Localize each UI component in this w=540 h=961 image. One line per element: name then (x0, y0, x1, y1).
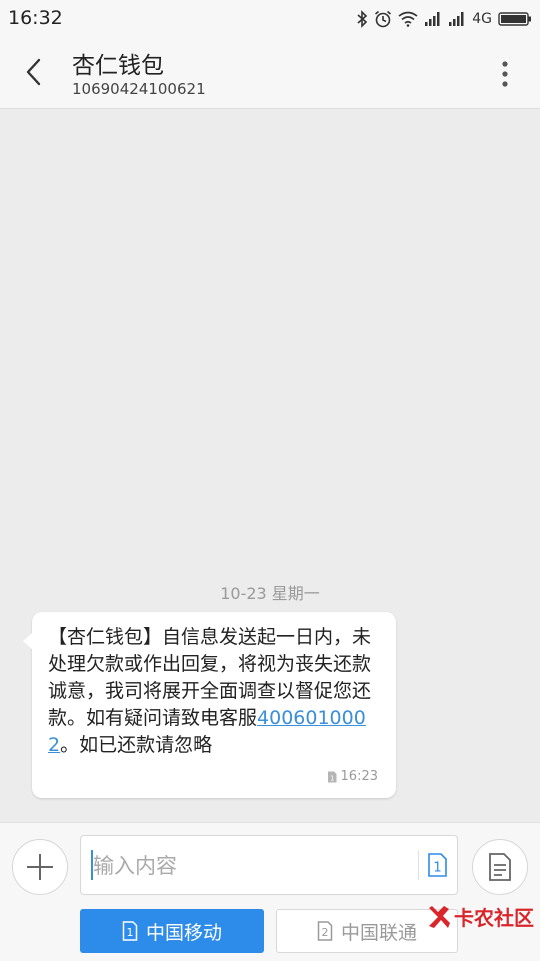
contact-name: 杏仁钱包 (72, 53, 164, 79)
back-button[interactable] (14, 52, 54, 92)
document-icon (489, 853, 511, 881)
status-time: 16:32 (8, 7, 63, 29)
message-time: 16:23 (340, 769, 378, 784)
more-vertical-icon (502, 61, 508, 87)
sim-mini-label: 1 (433, 861, 441, 876)
sim-card-icon: 1 (327, 771, 337, 782)
status-icons: 4G (356, 8, 532, 30)
sim-card-icon: 1 (122, 921, 138, 941)
signal-icon (449, 12, 464, 26)
message-bubble[interactable]: 【杏仁钱包】自信息发送起一日内，未处理欠款或作出回复，将视为丧失还款诚意，我司将… (23, 612, 396, 798)
sim-slot-label: 1 (329, 774, 333, 782)
add-attachment-button[interactable] (12, 839, 68, 895)
watermark: 卡农社区 (426, 902, 534, 931)
chevron-left-icon (26, 58, 41, 86)
message-text-part: 。如已还款请忽略 (60, 734, 213, 756)
contact-number: 10690424100621 (72, 80, 206, 98)
sim1-label: 中国移动 (145, 921, 222, 944)
sim2-label: 中国联通 (340, 921, 417, 944)
message-text: 【杏仁钱包】自信息发送起一日内，未处理欠款或作出回复，将视为丧失还款诚意，我司将… (48, 624, 384, 759)
sim-selector-button[interactable]: 1 (418, 850, 447, 880)
conversation-header: 杏仁钱包 10690424100621 (0, 38, 540, 109)
sim1-number: 1 (126, 926, 133, 939)
more-options-button[interactable] (488, 54, 522, 94)
plus-icon (27, 854, 53, 880)
message-meta: 1 16:23 (327, 769, 378, 784)
network-type: 4G (472, 11, 492, 27)
sim2-number: 2 (321, 926, 328, 939)
watermark-text: 卡农社区 (454, 906, 534, 930)
bluetooth-icon (357, 10, 368, 28)
battery-icon (498, 12, 531, 26)
message-input[interactable]: 输入内容 1 (80, 835, 458, 895)
watermark-logo-icon (429, 905, 450, 928)
bubble-tail (23, 632, 33, 650)
signal-icon (425, 12, 440, 26)
wifi-icon (398, 11, 418, 27)
date-separator: 10-23 星期一 (220, 584, 320, 603)
message-input-placeholder: 输入内容 (93, 854, 177, 878)
alarm-icon (375, 10, 392, 28)
status-bar: 16:32 4G (0, 0, 540, 38)
composer: 输入内容 1 1 中国移动 2 中国联通 (0, 822, 540, 961)
send-sim1-button[interactable]: 1 中国移动 (80, 909, 264, 953)
quick-text-button[interactable] (472, 839, 528, 895)
sim-card-icon: 1 (428, 853, 447, 877)
sim-card-icon: 2 (317, 921, 333, 941)
